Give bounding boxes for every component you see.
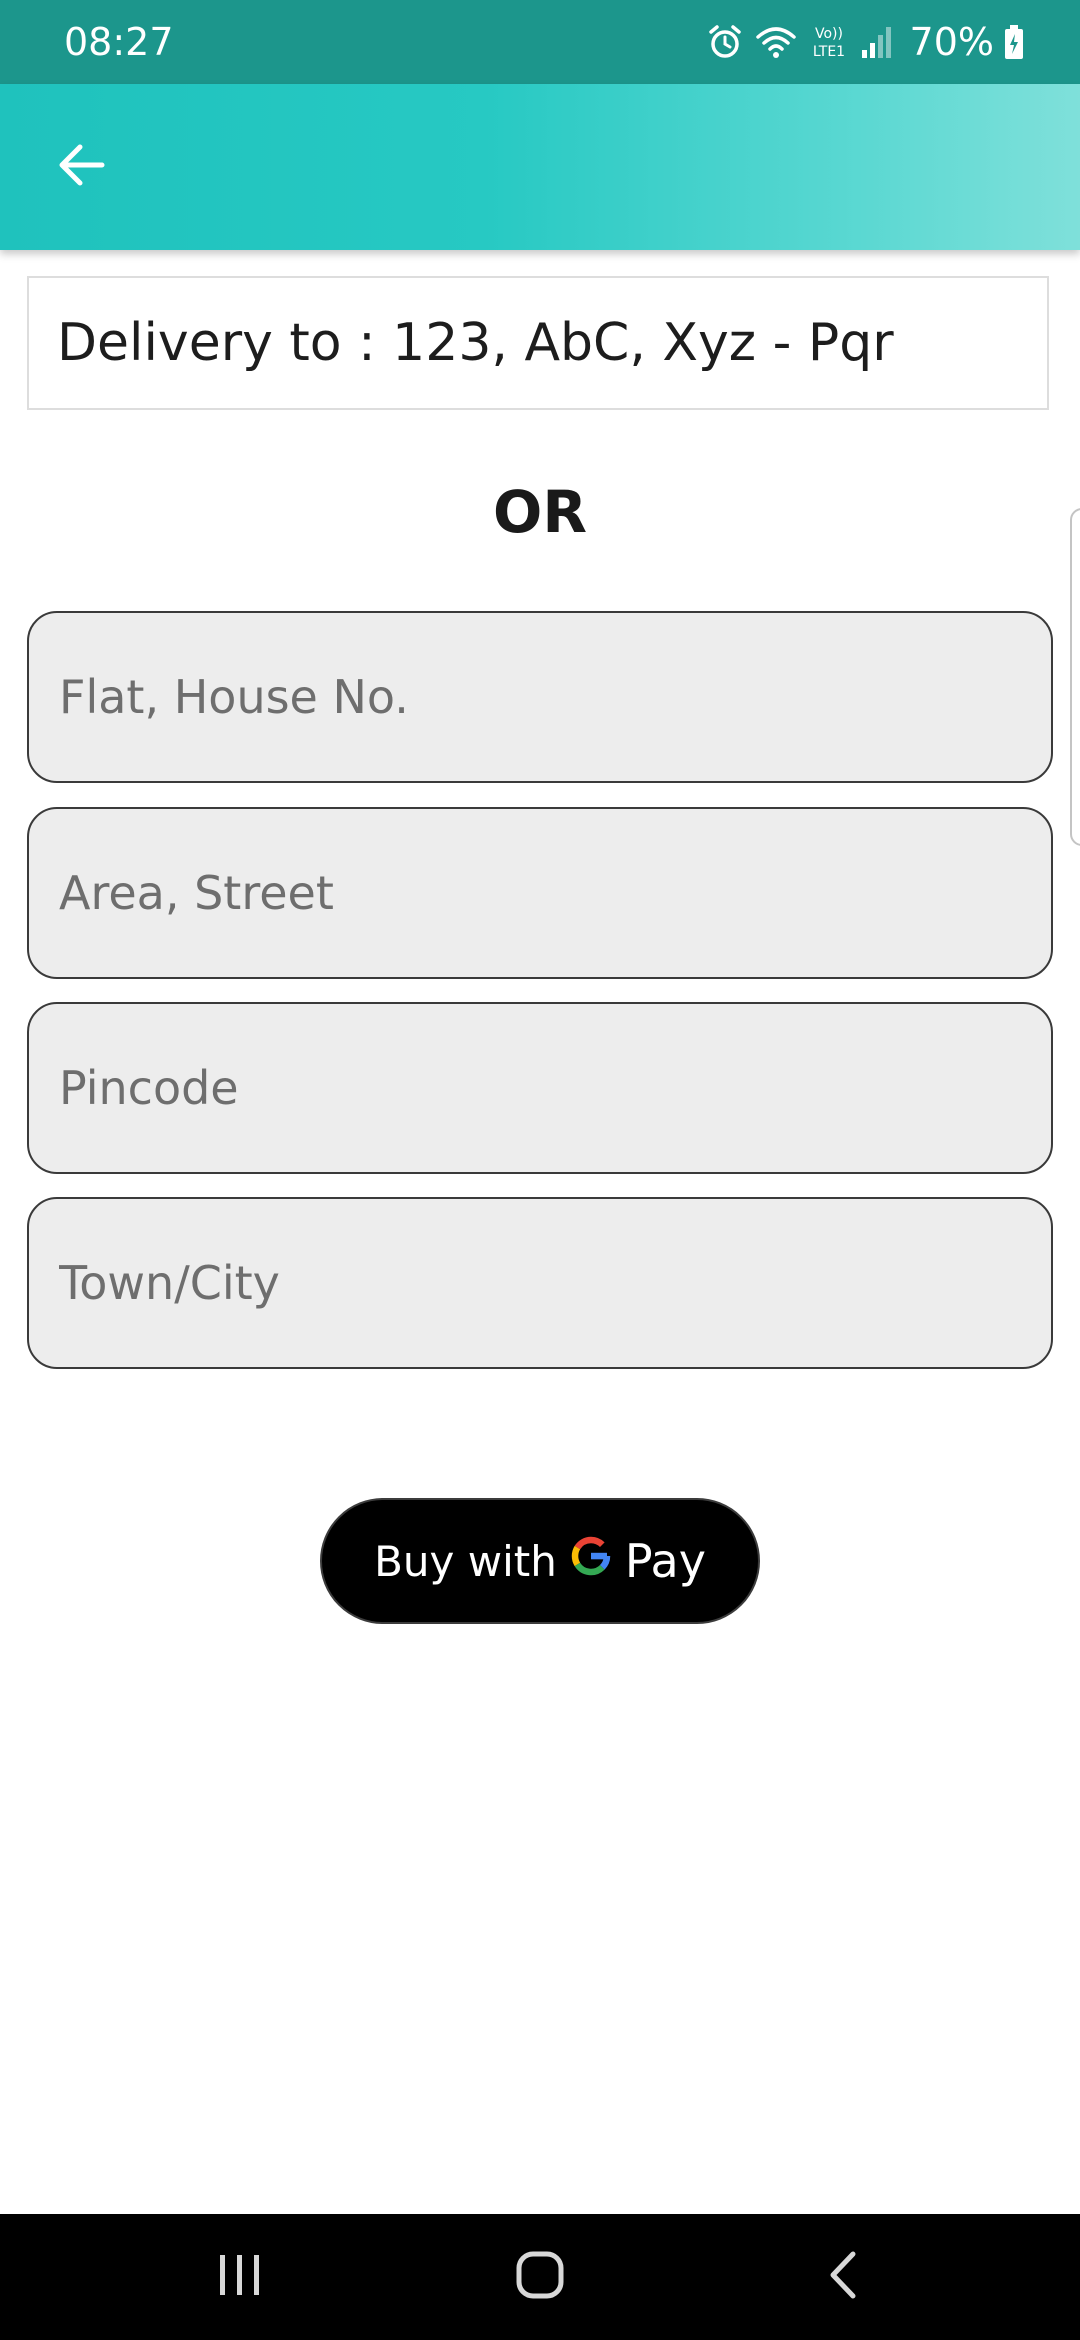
app-bar xyxy=(0,84,1080,250)
scroll-handle[interactable] xyxy=(1070,508,1080,846)
back-button[interactable] xyxy=(36,122,126,212)
status-bar: 08:27 Vo)) LTE1 70% xyxy=(0,0,1080,84)
buy-with-gpay-button[interactable]: Buy with Pay xyxy=(320,1498,760,1624)
nav-back-button[interactable] xyxy=(762,2214,922,2340)
system-nav-bar xyxy=(0,2214,1080,2340)
home-button[interactable] xyxy=(460,2214,620,2340)
or-separator: OR xyxy=(493,478,587,546)
status-time: 08:27 xyxy=(64,20,174,64)
status-icons: Vo)) LTE1 70% xyxy=(706,16,1024,68)
recents-icon xyxy=(216,2253,264,2301)
area-street-input[interactable] xyxy=(27,807,1053,979)
gpay-button-label: Buy with xyxy=(374,1536,557,1586)
gpay-brand-text: Pay xyxy=(624,1534,706,1588)
arrow-left-icon xyxy=(56,143,106,191)
home-icon xyxy=(515,2250,565,2304)
town-city-input[interactable] xyxy=(27,1197,1053,1369)
back-icon xyxy=(825,2250,859,2304)
google-g-icon xyxy=(569,1534,613,1588)
wifi-icon xyxy=(754,23,798,61)
signal-icon xyxy=(860,24,894,60)
volte-icon: Vo)) LTE1 xyxy=(808,22,850,62)
delivery-address: Delivery to : 123, AbC, Xyz - Pqr xyxy=(27,276,1049,410)
recents-button[interactable] xyxy=(160,2214,320,2340)
battery-icon xyxy=(1004,24,1024,60)
svg-text:Vo)): Vo)) xyxy=(815,26,843,42)
pincode-input[interactable] xyxy=(27,1002,1053,1174)
svg-text:LTE1: LTE1 xyxy=(812,44,844,60)
flat-house-input[interactable] xyxy=(27,611,1053,783)
battery-percentage: 70% xyxy=(909,20,994,64)
alarm-icon xyxy=(706,23,744,61)
